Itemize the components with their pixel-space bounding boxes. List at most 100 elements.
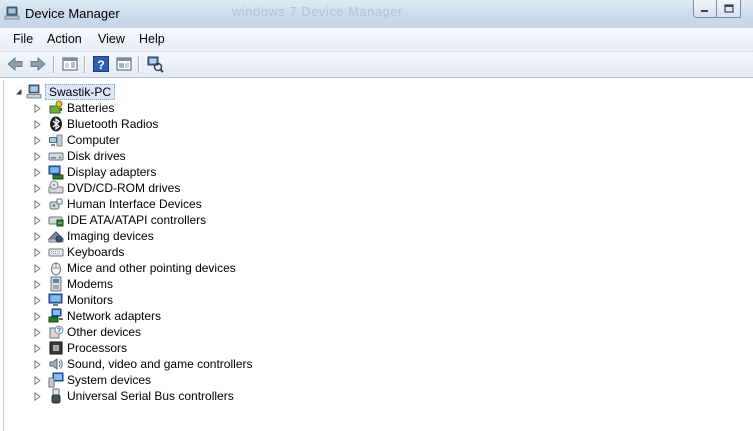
- tree-item-label: Batteries: [67, 101, 115, 115]
- imaging-device-icon: [48, 228, 64, 244]
- tree-item[interactable]: Modems: [32, 276, 113, 292]
- toolbar-separator: [53, 56, 54, 73]
- other-devices-icon: ?: [48, 324, 64, 340]
- tree-root-label: Swastik-PC: [45, 84, 116, 100]
- expand-arrow-icon[interactable]: [32, 148, 42, 164]
- monitor-icon: [48, 292, 64, 308]
- expand-arrow-icon[interactable]: [32, 164, 42, 180]
- minimize-icon: [701, 9, 708, 12]
- expand-arrow-icon[interactable]: [32, 228, 42, 244]
- tree-border: [3, 80, 4, 431]
- tree-item[interactable]: Display adapters: [32, 164, 156, 180]
- tree-item[interactable]: Bluetooth Radios: [32, 116, 158, 132]
- display-adapter-icon: [48, 164, 64, 180]
- tree-item[interactable]: DVD/CD-ROM drives: [32, 180, 180, 196]
- title-bar[interactable]: Device Manager windows 7 Device Manager: [0, 0, 753, 28]
- window-title: Device Manager: [25, 6, 120, 21]
- menu-help[interactable]: Help: [139, 32, 165, 46]
- scan-hardware-icon[interactable]: [146, 55, 164, 73]
- expand-arrow-icon[interactable]: [32, 100, 42, 116]
- tree-item-label: Processors: [67, 341, 128, 355]
- dvd-drive-icon: [48, 180, 64, 196]
- network-adapter-icon: [48, 308, 64, 324]
- device-manager-app-icon: [4, 6, 20, 21]
- ide-controller-icon: [48, 212, 64, 228]
- tree-item[interactable]: Computer: [32, 132, 120, 148]
- menu-action[interactable]: Action: [47, 32, 82, 46]
- keyboard-icon: [48, 244, 64, 260]
- tree-item[interactable]: Mice and other pointing devices: [32, 260, 236, 276]
- disk-drive-icon: [48, 148, 64, 164]
- device-tree[interactable]: Swastik-PC Batteries Bluetooth Radios Comp…: [0, 80, 753, 431]
- expand-arrow-icon[interactable]: [32, 324, 42, 340]
- help-icon[interactable]: ?: [92, 55, 110, 73]
- toolbar: ?: [0, 52, 753, 78]
- tree-item[interactable]: Human Interface Devices: [32, 196, 202, 212]
- tree-item-label: Keyboards: [67, 245, 125, 259]
- tree-item[interactable]: Network adapters: [32, 308, 161, 324]
- expand-arrow-icon[interactable]: [32, 212, 42, 228]
- tree-item[interactable]: Processors: [32, 340, 127, 356]
- expand-arrow-icon[interactable]: [32, 356, 42, 372]
- tree-item[interactable]: Imaging devices: [32, 228, 154, 244]
- expand-arrow-icon[interactable]: [32, 372, 42, 388]
- tree-item[interactable]: Batteries: [32, 100, 114, 116]
- tree-item[interactable]: System devices: [32, 372, 151, 388]
- tree-item[interactable]: Disk drives: [32, 148, 126, 164]
- tree-item-label: Disk drives: [67, 149, 126, 163]
- tree-item[interactable]: Keyboards: [32, 244, 124, 260]
- tree-item-label: Sound, video and game controllers: [67, 357, 253, 371]
- computer-icon: [26, 84, 42, 100]
- tree-item-label: System devices: [67, 373, 152, 387]
- expand-arrow-icon[interactable]: [32, 388, 42, 404]
- back-icon[interactable]: [6, 55, 24, 73]
- bluetooth-icon: [48, 116, 64, 132]
- expand-arrow-icon[interactable]: [32, 308, 42, 324]
- battery-icon: [48, 100, 64, 116]
- computer-icon: [48, 132, 64, 148]
- tree-item-label: Imaging devices: [67, 229, 154, 243]
- sound-icon: [48, 356, 64, 372]
- maximize-button[interactable]: [717, 0, 741, 18]
- tree-item-label: Network adapters: [67, 309, 162, 323]
- menu-file[interactable]: File: [13, 32, 33, 46]
- expand-arrow-icon[interactable]: [32, 180, 42, 196]
- properties-icon[interactable]: [115, 55, 133, 73]
- tree-root[interactable]: Swastik-PC: [14, 84, 116, 100]
- tree-item-label: Mice and other pointing devices: [67, 261, 236, 275]
- svg-text:?: ?: [57, 328, 61, 335]
- tree-item-label: Computer: [67, 133, 120, 147]
- tree-item-label: Other devices: [67, 325, 142, 339]
- show-hide-console-tree-icon[interactable]: [61, 55, 79, 73]
- expand-arrow-icon[interactable]: [32, 292, 42, 308]
- expand-arrow-icon[interactable]: [32, 116, 42, 132]
- tree-item[interactable]: Sound, video and game controllers: [32, 356, 252, 372]
- tree-item-label: Human Interface Devices: [67, 197, 202, 211]
- hid-icon: [48, 196, 64, 212]
- tree-item[interactable]: Universal Serial Bus controllers: [32, 388, 234, 404]
- menu-view[interactable]: View: [98, 32, 125, 46]
- tree-item-label: Modems: [67, 277, 114, 291]
- tree-item[interactable]: ? Other devices: [32, 324, 141, 340]
- tree-item-label: Display adapters: [67, 165, 157, 179]
- expand-arrow-icon[interactable]: [32, 132, 42, 148]
- tree-item-label: IDE ATA/ATAPI controllers: [67, 213, 207, 227]
- expand-arrow-icon[interactable]: [32, 244, 42, 260]
- menu-bar: File Action View Help: [0, 28, 753, 52]
- minimize-button[interactable]: [693, 0, 717, 18]
- collapse-arrow-icon[interactable]: [14, 84, 24, 100]
- expand-arrow-icon[interactable]: [32, 196, 42, 212]
- expand-arrow-icon[interactable]: [32, 260, 42, 276]
- processor-icon: [48, 340, 64, 356]
- mouse-icon: [48, 260, 64, 276]
- usb-icon: [48, 388, 64, 404]
- expand-arrow-icon[interactable]: [32, 340, 42, 356]
- svg-text:?: ?: [97, 58, 104, 72]
- expand-arrow-icon[interactable]: [32, 276, 42, 292]
- forward-icon[interactable]: [29, 55, 47, 73]
- system-devices-icon: [48, 372, 64, 388]
- tree-item[interactable]: Monitors: [32, 292, 113, 308]
- tree-item[interactable]: IDE ATA/ATAPI controllers: [32, 212, 206, 228]
- window-controls: [693, 0, 741, 19]
- maximize-icon: [723, 3, 734, 13]
